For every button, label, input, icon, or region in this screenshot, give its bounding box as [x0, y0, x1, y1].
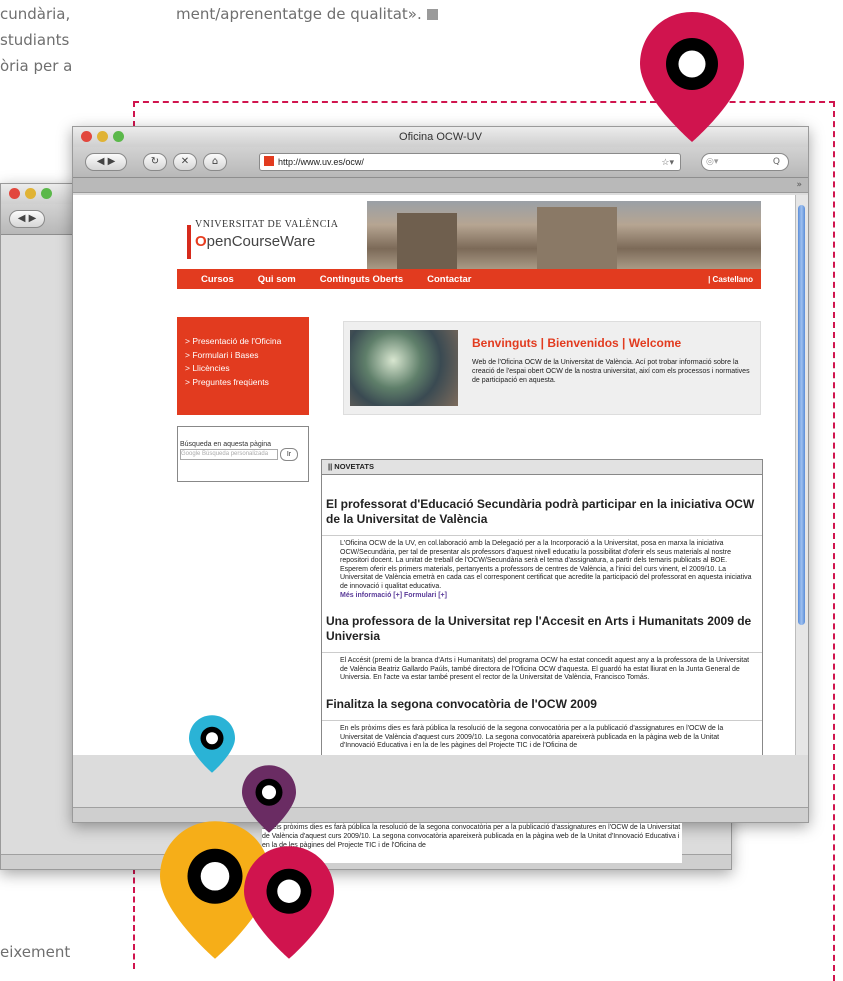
nav-qui-som[interactable]: Qui som	[258, 274, 296, 285]
scrollbar[interactable]	[795, 195, 808, 755]
ocw-page: VNIVERSITAT DE VALÈNCIA OpenCourseWare C…	[177, 201, 763, 755]
url-bar[interactable]: http://www.uv.es/ocw/ ☆▾	[259, 153, 681, 171]
url-text: http://www.uv.es/ocw/	[278, 157, 364, 167]
map-pin-red-bottom-icon	[244, 846, 334, 959]
article-fragment-2: studiants	[0, 31, 70, 49]
close-light-icon[interactable]	[81, 131, 92, 142]
welcome-title: Benvinguts | Bienvenidos | Welcome	[472, 336, 682, 350]
article-fragment-5: eixement	[0, 943, 71, 961]
site-search-button[interactable]: Ir	[279, 448, 298, 461]
toolbar: ◀ ▶ ↻ ✕ ⌂ http://www.uv.es/ocw/ ☆▾ ◎▾ Q	[73, 147, 808, 178]
close-light-icon[interactable]	[9, 188, 20, 199]
news-header: || NOVETATS	[322, 460, 762, 475]
window-title: Oficina OCW-UV	[399, 131, 482, 143]
news-body-3: En els pròxims dies es farà pública la r…	[322, 719, 762, 751]
nav-continguts-oberts[interactable]: Continguts Oberts	[320, 274, 403, 285]
news-link-1[interactable]: Més informació [+] Formulari [+]	[340, 592, 447, 599]
map-pin-red-top-icon	[640, 12, 744, 142]
side-item-preguntes[interactable]: > Preguntes freqüents	[185, 376, 301, 390]
welcome-panel: Benvinguts | Bienvenidos | Welcome Web d…	[343, 321, 761, 415]
search-icon: Q	[772, 157, 780, 167]
callout-frame-left-bottom	[133, 868, 135, 969]
map-pin-cyan-icon	[189, 715, 235, 773]
back-nav-icon[interactable]: ◀ ▶	[9, 210, 45, 228]
site-search-input[interactable]: Google Búsqueda personalizada	[180, 449, 278, 460]
side-item-llicencies[interactable]: > Llicències	[185, 362, 301, 376]
nav-contactar[interactable]: Contactar	[427, 274, 471, 285]
scroll-thumb[interactable]	[798, 205, 805, 625]
back-forward-button[interactable]: ◀ ▶	[85, 153, 127, 171]
site-banner: VNIVERSITAT DE VALÈNCIA OpenCourseWare	[177, 201, 761, 269]
news-title-1[interactable]: El professorat d'Educació Secundària pod…	[322, 497, 762, 527]
page-viewport: VNIVERSITAT DE VALÈNCIA OpenCourseWare C…	[73, 195, 796, 755]
browser-window: Oficina OCW-UV ◀ ▶ ↻ ✕ ⌂ http://www.uv.e…	[72, 126, 809, 823]
page-favicon-icon	[264, 156, 274, 166]
zoom-light-icon[interactable]	[113, 131, 124, 142]
bookmarks-bar: »	[73, 178, 808, 193]
site-logo[interactable]: OpenCourseWare	[195, 233, 315, 250]
bookmark-star-icon[interactable]: ☆▾	[661, 154, 674, 170]
welcome-image	[350, 330, 458, 406]
article-fragment-1: cundària,	[0, 5, 71, 23]
news-title-3[interactable]: Finalitza la segona convocatòria de l'OC…	[322, 697, 762, 712]
search-field[interactable]: ◎▾ Q	[701, 153, 789, 171]
article-fragment-3: òria per a	[0, 57, 73, 75]
site-search-label: Búsqueda en aquesta pàgina	[180, 441, 272, 448]
zoom-light-icon[interactable]	[41, 188, 52, 199]
end-square-icon	[426, 9, 438, 20]
site-search-box: Búsqueda en aquesta pàgina Google Búsque…	[177, 426, 309, 482]
callout-frame-left-top	[133, 101, 135, 127]
news-panel: || NOVETATS El professorat d'Educació Se…	[321, 459, 763, 755]
news-title-2[interactable]: Una professora de la Universitat rep l'A…	[322, 614, 762, 644]
search-engine-icon: ◎▾	[706, 157, 719, 167]
news-body-2: El Accésit (premi de la branca d'Arts i …	[322, 652, 762, 683]
stop-icon[interactable]: ✕	[173, 153, 197, 171]
banner-photo	[367, 201, 761, 269]
nav-language[interactable]: | Castellano	[708, 275, 753, 284]
side-menu: > Presentació de l'Oficina > Formulari i…	[177, 317, 309, 415]
main-nav: Cursos Qui som Continguts Oberts Contact…	[177, 269, 761, 289]
welcome-text: Web de l'Oficina OCW de la Universitat d…	[472, 359, 750, 384]
university-name: VNIVERSITAT DE VALÈNCIA	[195, 219, 339, 230]
news-body-1: L'Oficina OCW de la UV, en col.laboració…	[322, 535, 762, 600]
article-fragment-4: ment/aprenentatge de qualitat».	[176, 2, 438, 27]
reload-icon[interactable]: ↻	[143, 153, 167, 171]
side-item-formulari[interactable]: > Formulari i Bases	[185, 349, 301, 363]
logo-bar	[187, 225, 191, 259]
side-item-presentacio[interactable]: > Presentació de l'Oficina	[185, 335, 301, 349]
minimize-light-icon[interactable]	[97, 131, 108, 142]
nav-cursos[interactable]: Cursos	[201, 274, 234, 285]
minimize-light-icon[interactable]	[25, 188, 36, 199]
home-icon[interactable]: ⌂	[203, 153, 227, 171]
